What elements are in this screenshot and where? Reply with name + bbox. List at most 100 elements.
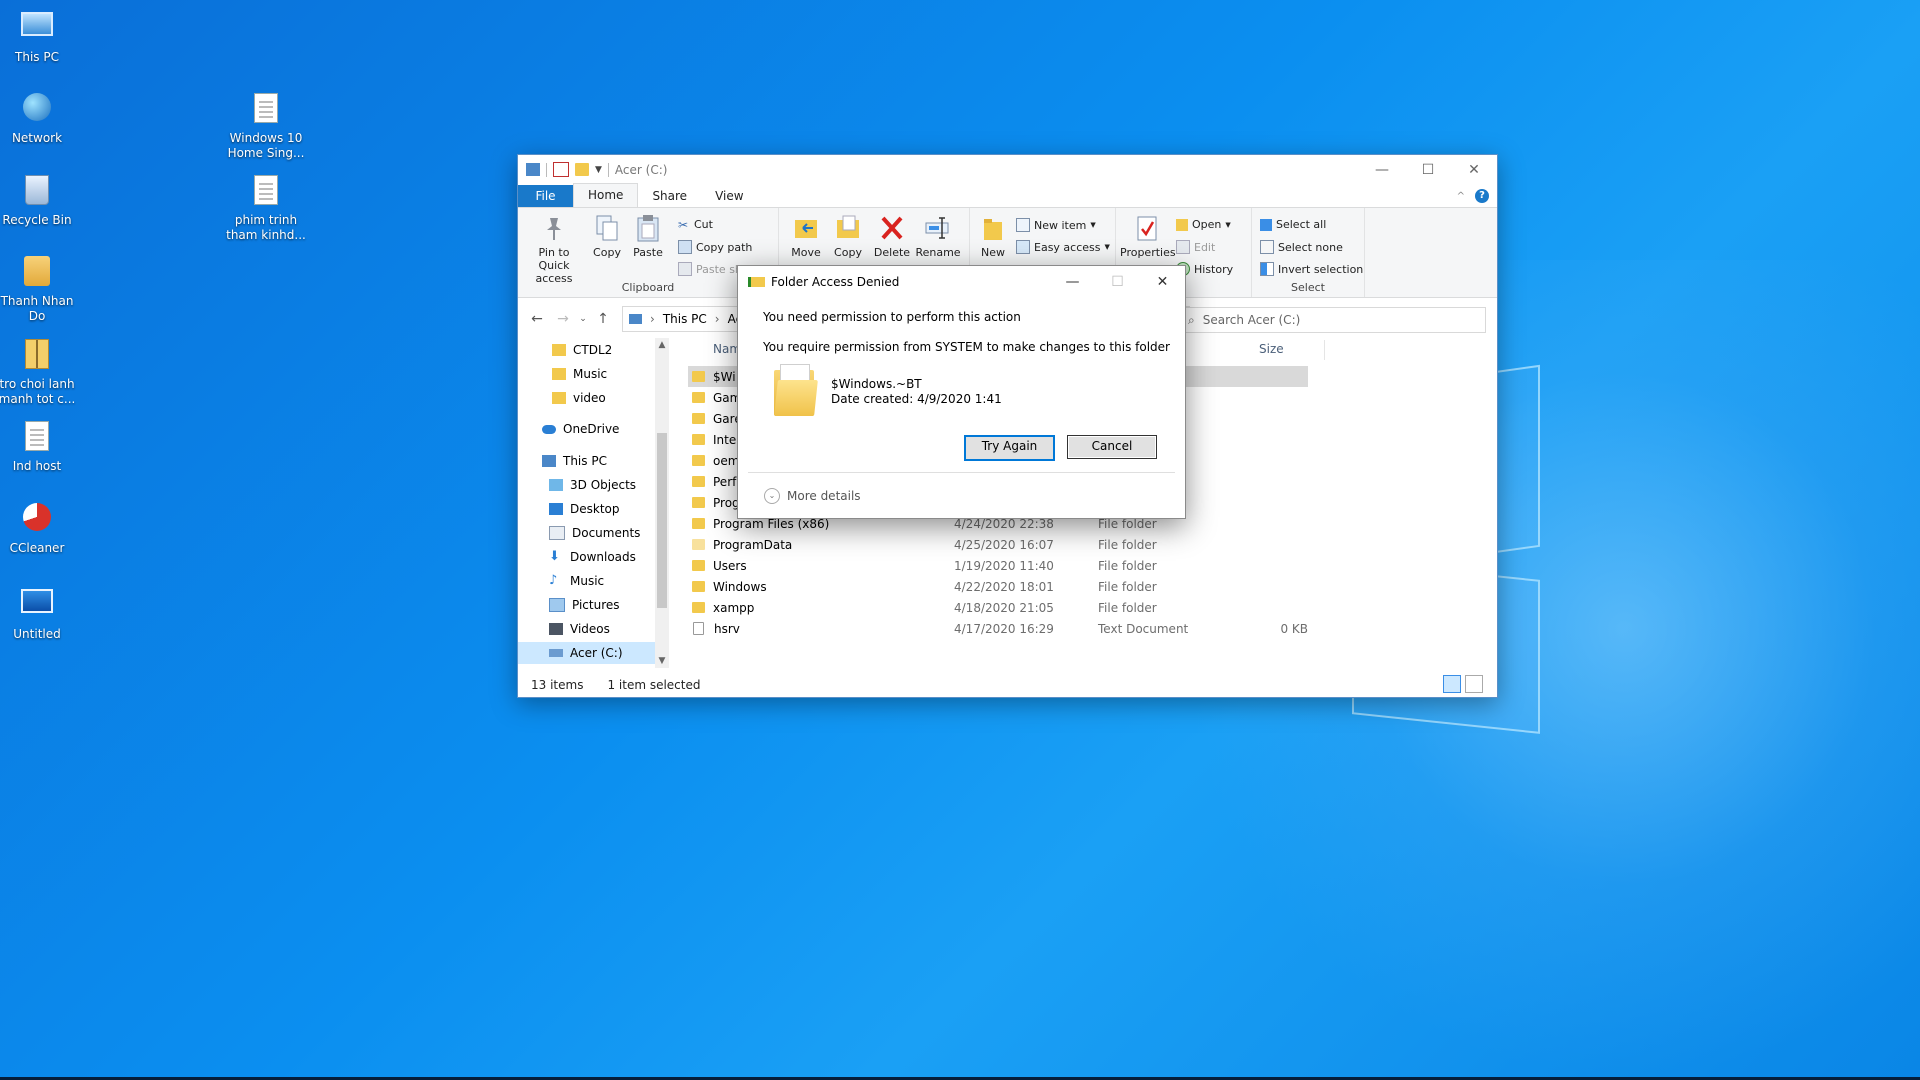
ribbon-right-controls: ^ ? [1457, 185, 1497, 207]
maximize-button[interactable]: ☐ [1095, 266, 1140, 298]
close-button[interactable]: ✕ [1140, 266, 1185, 298]
properties-check-icon[interactable] [553, 162, 569, 177]
minimize-button[interactable]: — [1359, 155, 1405, 184]
desktop-icon-untitled[interactable]: Untitled [0, 582, 81, 642]
rename-label: Rename [915, 246, 961, 259]
properties-button[interactable]: Properties [1120, 214, 1176, 259]
breadcrumb-this-pc[interactable]: This PC [663, 312, 707, 326]
desktop-icon-network[interactable]: Network [0, 90, 81, 146]
nav-item-desktop[interactable]: Desktop [549, 498, 620, 520]
select-all-icon [1260, 218, 1272, 231]
nav-item-onedrive[interactable]: OneDrive [542, 418, 619, 440]
more-details-toggle[interactable]: ⌄ More details [764, 488, 861, 504]
folder-access-denied-dialog[interactable]: Folder Access Denied — ☐ ✕ You need perm… [737, 265, 1186, 519]
scroll-thumb[interactable] [657, 433, 667, 608]
copy-to-button[interactable]: Copy [829, 214, 867, 259]
folder-icon [552, 368, 566, 380]
title-bar[interactable]: ▼ Acer (C:) — ☐ ✕ [518, 155, 1497, 184]
nav-item-music[interactable]: ♪ Music [549, 570, 604, 592]
cut-button[interactable]: ✂ Cut [678, 218, 713, 231]
rename-button[interactable]: Rename [915, 214, 961, 259]
nav-item-ctdl2[interactable]: CTDL2 [552, 339, 612, 361]
nav-item-pictures[interactable]: Pictures [549, 594, 620, 616]
invert-selection-button[interactable]: Invert selection [1260, 262, 1363, 276]
file-name: Windows [713, 579, 767, 594]
search-box[interactable]: ⌕ Search Acer (C:) [1179, 307, 1486, 333]
select-none-button[interactable]: Select none [1260, 240, 1343, 254]
nav-item-documents[interactable]: Documents [549, 522, 640, 544]
new-item-button[interactable]: New item ▼ [1016, 218, 1096, 232]
status-selection: 1 item selected [607, 677, 701, 692]
select-none-icon [1260, 240, 1274, 254]
nav-item-music-folder[interactable]: Music [552, 363, 607, 385]
desktop-icon-phim-doc[interactable]: phim trinh tham kinhd... [222, 172, 310, 243]
desktop-icon-user-folder[interactable]: Thanh Nhan Do [0, 254, 81, 324]
desktop-icon-this-pc[interactable]: This PC [0, 8, 81, 65]
table-row[interactable]: ProgramData 4/25/2020 16:07 File folder [688, 534, 1308, 555]
drive-icon [549, 649, 563, 657]
drive-icon [629, 313, 642, 324]
file-name: Users [713, 558, 747, 573]
tab-file[interactable]: File [518, 185, 573, 207]
open-button[interactable]: Open ▼ [1176, 218, 1231, 231]
maximize-button[interactable]: ☐ [1405, 155, 1451, 184]
copy-to-label: Copy [834, 246, 862, 259]
nav-item-acer-drive[interactable]: Acer (C:) [518, 642, 655, 664]
column-separator[interactable] [1324, 340, 1325, 360]
pin-quick-access-button[interactable]: Pin to Quick access [524, 214, 584, 285]
desktop-icon-ccleaner[interactable]: CCleaner [0, 500, 81, 556]
desktop-icon-recycle-bin[interactable]: Recycle Bin [0, 172, 81, 228]
easy-access-button[interactable]: Easy access ▼ [1016, 240, 1110, 254]
table-row[interactable]: xampp 4/18/2020 21:05 File folder [688, 597, 1308, 618]
desktop-icon-ind-host[interactable]: Ind host [0, 418, 81, 474]
minimize-button[interactable]: — [1050, 266, 1095, 298]
new-folder-icon[interactable] [575, 163, 589, 176]
copy-path-button[interactable]: Copy path [678, 240, 752, 254]
cloud-icon [542, 424, 556, 434]
table-row[interactable]: Windows 4/22/2020 18:01 File folder [688, 576, 1308, 597]
column-header-size[interactable]: Size [1259, 342, 1284, 356]
nav-item-video-folder[interactable]: video [552, 387, 606, 409]
dialog-title-bar[interactable]: Folder Access Denied — ☐ ✕ [738, 266, 1185, 298]
nav-item-3d-objects[interactable]: 3D Objects [549, 474, 636, 496]
nav-item-this-pc[interactable]: This PC [542, 450, 607, 472]
cancel-button[interactable]: Cancel [1067, 435, 1157, 459]
up-button[interactable]: ↑ [590, 311, 616, 327]
delete-button[interactable]: Delete [871, 214, 913, 259]
edit-button[interactable]: Edit [1176, 240, 1215, 254]
new-folder-button[interactable]: New [976, 214, 1010, 259]
recent-locations-icon[interactable]: ⌄ [576, 314, 590, 324]
try-again-button[interactable]: Try Again [964, 435, 1055, 461]
help-icon[interactable]: ? [1475, 189, 1489, 203]
collapse-ribbon-icon[interactable]: ^ [1457, 191, 1465, 202]
qat-dropdown-icon[interactable]: ▼ [595, 165, 602, 175]
folder-icon [692, 476, 705, 487]
scroll-down-icon[interactable]: ▼ [655, 656, 669, 666]
close-button[interactable]: ✕ [1451, 155, 1497, 184]
navigation-pane[interactable]: CTDL2 Music video OneDrive This PC 3D Ob… [518, 338, 672, 668]
tab-share[interactable]: Share [638, 185, 701, 207]
back-button[interactable]: ← [524, 311, 550, 327]
tab-home[interactable]: Home [573, 183, 639, 207]
paste-button[interactable]: Paste [631, 214, 665, 259]
table-row[interactable]: Users 1/19/2020 11:40 File folder [688, 555, 1308, 576]
details-view-icon[interactable] [1443, 675, 1461, 693]
move-to-button[interactable]: Move [787, 214, 825, 259]
select-all-button[interactable]: Select all [1260, 218, 1326, 231]
delete-x-icon [879, 214, 905, 242]
nav-item-downloads[interactable]: ⬇ Downloads [549, 546, 636, 568]
select-none-label: Select none [1278, 240, 1343, 254]
nav-item-videos[interactable]: Videos [549, 618, 610, 640]
desktop-icon-archive[interactable]: tro choi lanh manh tot c... [0, 336, 81, 407]
forward-button[interactable]: → [550, 311, 576, 327]
scroll-up-icon[interactable]: ▲ [655, 340, 669, 350]
table-row[interactable]: hsrv 4/17/2020 16:29 Text Document 0 KB [688, 618, 1308, 639]
desktop-icon-windows10-doc[interactable]: Windows 10 Home Sing... [222, 90, 310, 161]
large-icons-view-icon[interactable] [1465, 675, 1483, 693]
desktop-icon-label: Ind host [12, 459, 62, 473]
folder-icon [552, 392, 566, 404]
tab-view[interactable]: View [701, 185, 757, 207]
copy-button[interactable]: Copy [591, 214, 623, 259]
cube-icon [549, 479, 563, 491]
nav-scrollbar[interactable]: ▲ ▼ [655, 338, 669, 668]
